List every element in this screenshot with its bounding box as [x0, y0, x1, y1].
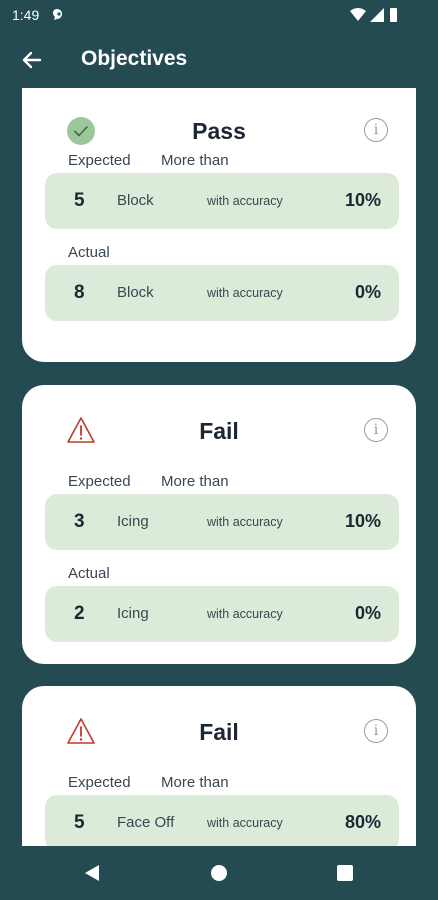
back-button[interactable]: [14, 42, 50, 78]
system-nav-bar: [0, 846, 438, 900]
expected-accuracy: 10%: [344, 511, 381, 531]
accuracy-label: with accuracy: [207, 194, 283, 208]
expected-count: 5: [74, 190, 85, 211]
actual-count: 2: [74, 603, 85, 624]
actual-row: 2 Icing with accuracy 0%: [45, 586, 399, 642]
expected-accuracy: 10%: [344, 190, 381, 210]
app-bar: Objectives: [0, 30, 438, 90]
nav-home-icon[interactable]: [211, 865, 227, 881]
accuracy-label: with accuracy: [207, 607, 283, 621]
expected-count: 3: [74, 511, 85, 532]
status-bar: 1:49: [0, 0, 438, 30]
actual-count: 8: [74, 282, 85, 303]
expected-count: 5: [74, 812, 85, 833]
objectives-list[interactable]: Pass i Expected More than 5 Block with a…: [0, 88, 438, 846]
arrow-left-icon: [22, 51, 42, 69]
page-title: Objectives: [81, 47, 188, 70]
wifi-icon: [350, 8, 366, 21]
comparison-label: More than: [161, 774, 229, 791]
notification-icon: [53, 9, 62, 20]
expected-label: Expected: [68, 152, 131, 169]
expected-label: Expected: [68, 774, 131, 791]
expected-row: 5 Face Off with accuracy 80%: [45, 795, 399, 846]
info-icon[interactable]: i: [364, 118, 388, 142]
actual-row: 8 Block with accuracy 0%: [45, 265, 399, 321]
info-icon[interactable]: i: [364, 719, 388, 743]
nav-back-icon[interactable]: [84, 864, 100, 882]
signal-icon: [370, 8, 384, 22]
system-status-icons: [350, 8, 397, 22]
nav-recents-icon[interactable]: [337, 865, 353, 881]
expected-row: 3 Icing with accuracy 10%: [45, 494, 399, 550]
actual-accuracy: 0%: [354, 603, 381, 623]
objective-card: Fail i Expected More than 5 Face Off wit…: [22, 686, 416, 846]
status-time: 1:49: [12, 7, 40, 23]
objective-card: Fail i Expected More than 3 Icing with a…: [22, 385, 416, 664]
expected-label: Expected: [68, 473, 131, 490]
objective-status: Fail: [199, 418, 239, 444]
actual-label: Actual: [68, 244, 110, 261]
info-icon[interactable]: i: [364, 418, 388, 442]
accuracy-label: with accuracy: [207, 515, 283, 529]
expected-action: Icing: [117, 513, 149, 530]
expected-action: Face Off: [117, 814, 175, 831]
accuracy-label: with accuracy: [207, 816, 283, 830]
actual-accuracy: 0%: [354, 282, 381, 302]
objective-status: Fail: [199, 719, 239, 745]
battery-icon: [390, 8, 397, 22]
accuracy-label: with accuracy: [207, 286, 283, 300]
expected-row: 5 Block with accuracy 10%: [45, 173, 399, 229]
comparison-label: More than: [161, 473, 229, 490]
objective-card: Pass i Expected More than 5 Block with a…: [22, 88, 416, 362]
expected-action: Block: [117, 192, 154, 209]
actual-action: Icing: [117, 605, 149, 622]
objective-status: Pass: [192, 118, 246, 144]
actual-label: Actual: [68, 565, 110, 582]
comparison-label: More than: [161, 152, 229, 169]
expected-accuracy: 80%: [344, 812, 381, 832]
actual-action: Block: [117, 284, 154, 301]
